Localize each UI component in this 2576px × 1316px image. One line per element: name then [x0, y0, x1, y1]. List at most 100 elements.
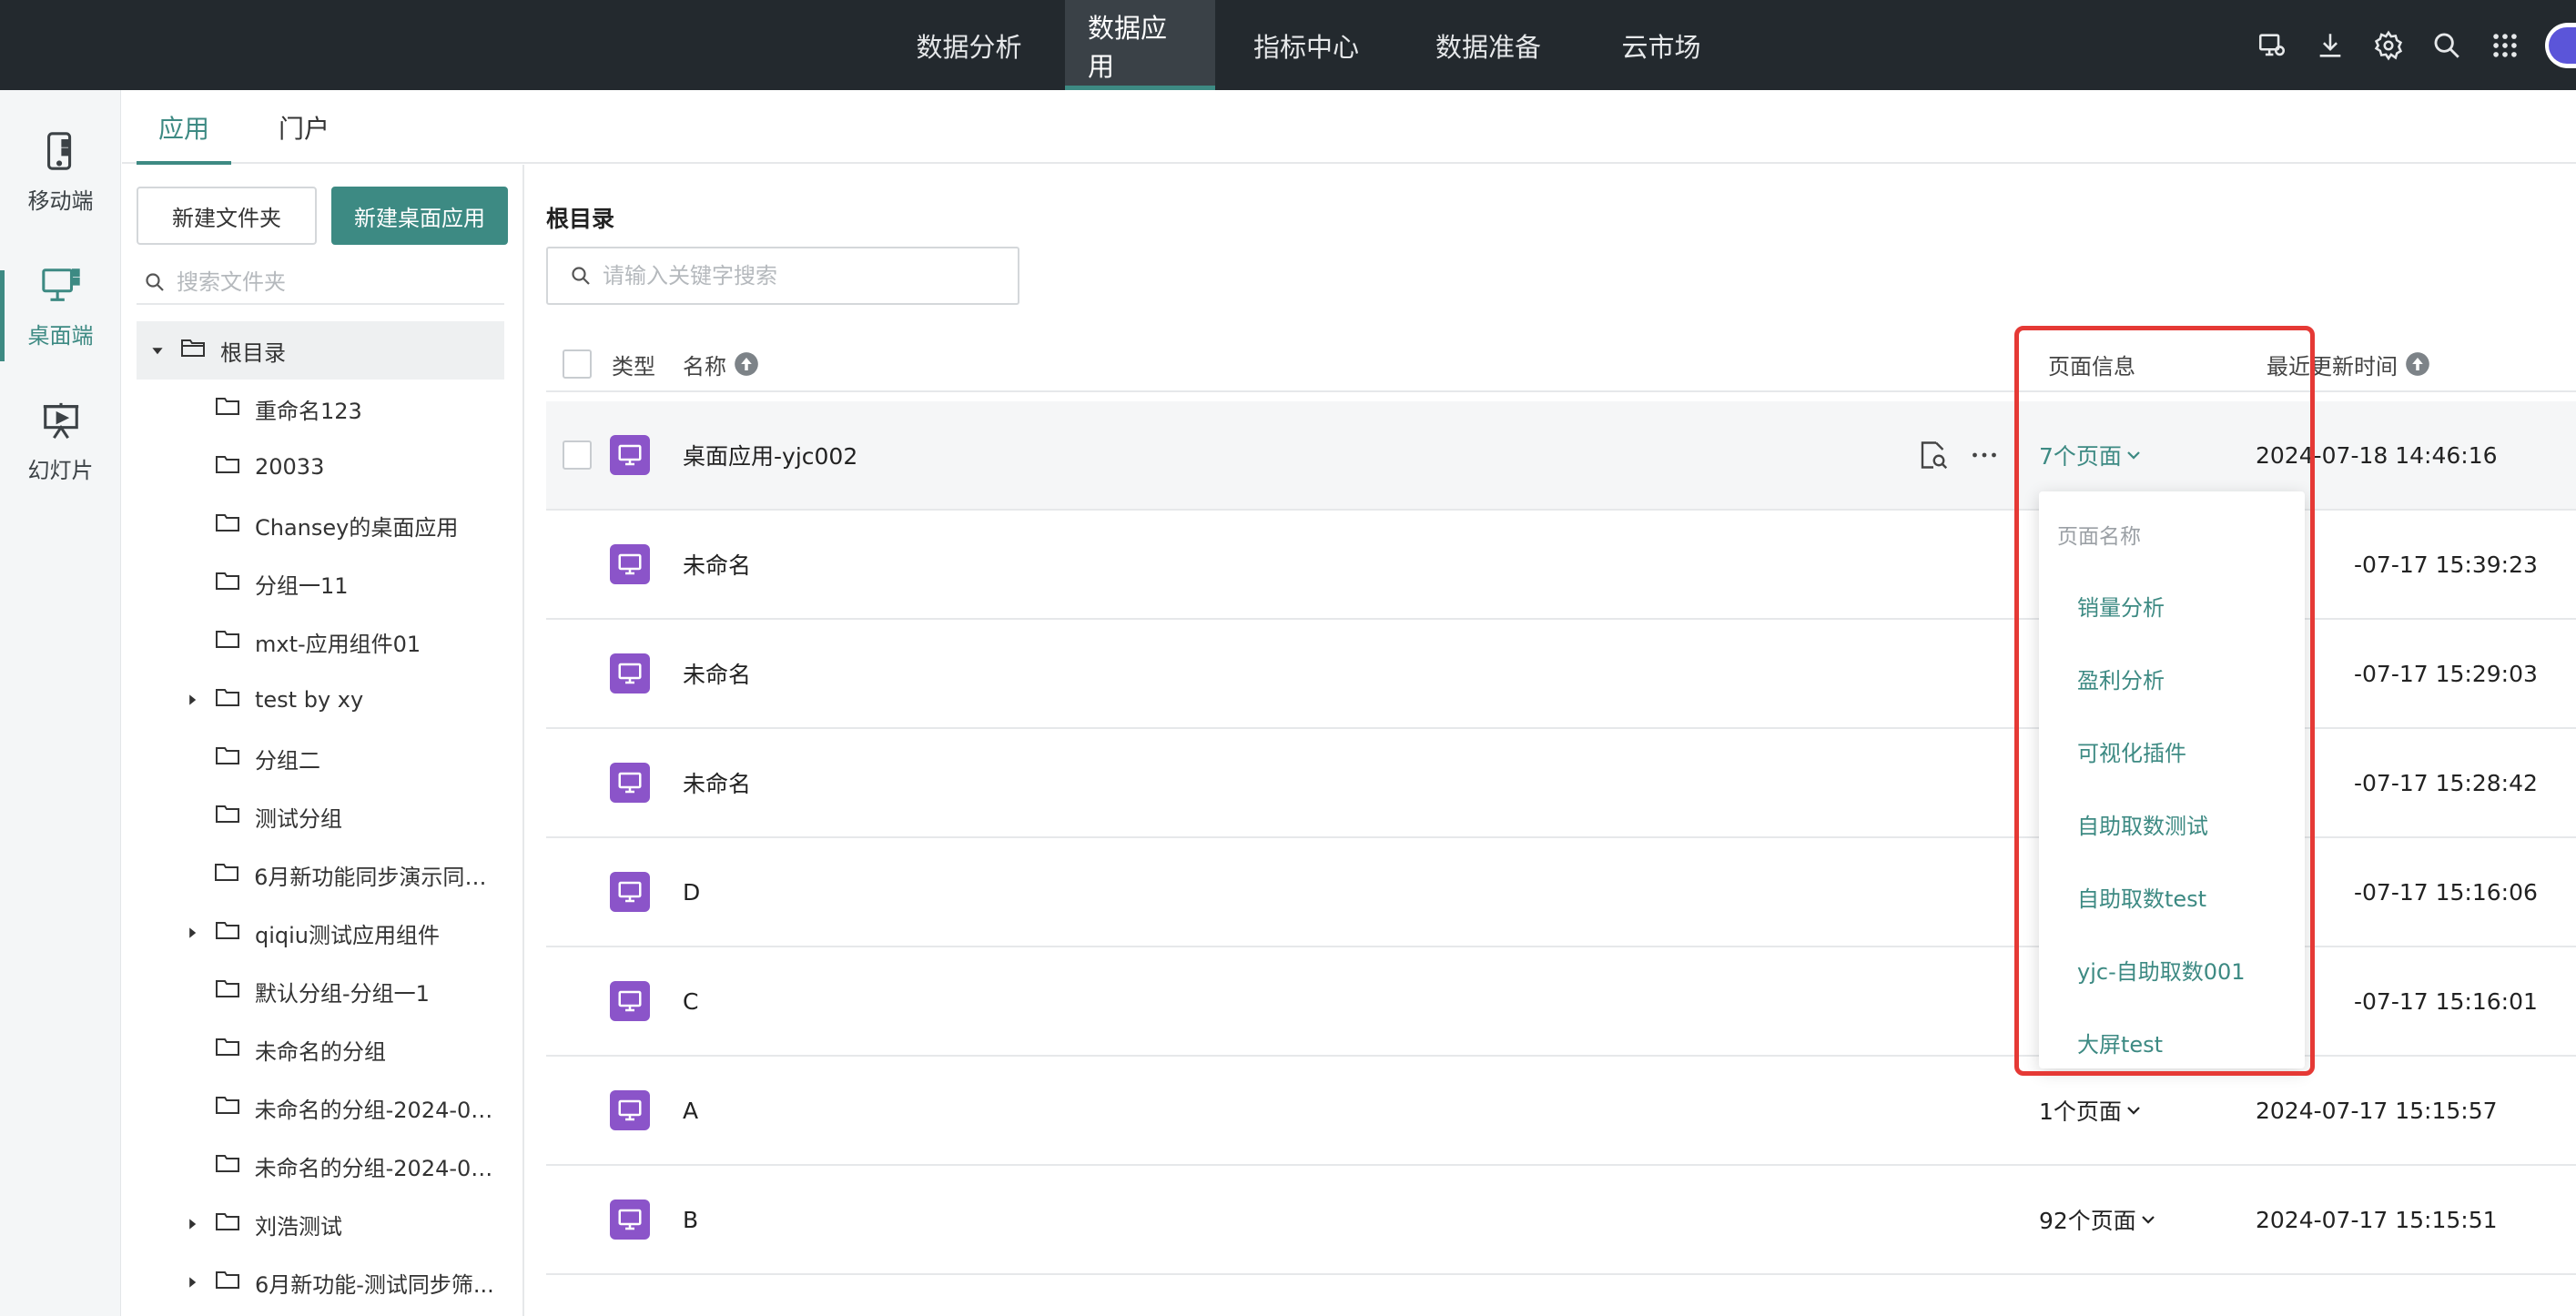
row-checkbox[interactable]: [563, 440, 592, 470]
app-name[interactable]: 未命名: [683, 620, 751, 727]
app-name[interactable]: C: [683, 947, 698, 1055]
app-name[interactable]: A: [683, 1057, 698, 1164]
table-header: 类型 名称 页面信息 最近更新时间: [546, 338, 2576, 392]
nav-data-preparation[interactable]: 数据准备: [1397, 0, 1579, 90]
settings-icon[interactable]: [2359, 16, 2418, 75]
tree-item[interactable]: 6月新功能-测试同步筛...: [137, 1253, 504, 1311]
tree-item[interactable]: 分组一11: [137, 554, 504, 612]
search-icon[interactable]: [2418, 16, 2476, 75]
rail-item-mobile[interactable]: 移动端: [0, 117, 121, 227]
tab-app[interactable]: 应用: [137, 90, 231, 166]
rail-item-label: 桌面端: [27, 322, 94, 349]
dropdown-item[interactable]: 可视化插件: [2077, 735, 2186, 767]
caret-right-icon[interactable]: [184, 692, 200, 708]
sort-icon[interactable]: [734, 351, 759, 377]
dropdown-item[interactable]: yjc-自助取数001: [2077, 954, 2246, 986]
app-name[interactable]: 未命名: [683, 729, 751, 836]
tree-item-label: qiqiu测试应用组件: [255, 922, 441, 948]
folder-icon: [200, 1152, 240, 1179]
dropdown-item[interactable]: 大屏test: [2077, 1027, 2163, 1058]
tree-item-label: 刘浩测试: [255, 1213, 342, 1240]
download-icon[interactable]: [2301, 16, 2359, 75]
tree-item-label: test by xy: [255, 687, 364, 713]
tree-item-label: 未命名的分组-2024-06...: [254, 1097, 504, 1123]
tree-item[interactable]: 默认分组-分组一1: [137, 962, 504, 1020]
tree-item-label: Chansey的桌面应用: [255, 514, 459, 541]
tree-item[interactable]: 分组二: [137, 729, 504, 787]
rail-item-slides[interactable]: 幻灯片: [0, 387, 121, 496]
chevron-down-icon: [2136, 1207, 2156, 1233]
tree-item[interactable]: 未命名的分组-2024-06...: [137, 1078, 504, 1137]
new-desktop-app-button[interactable]: 新建桌面应用: [331, 187, 508, 245]
column-name-header[interactable]: 名称: [683, 338, 759, 390]
table-row[interactable]: A 1个页面 2024-07-17 15:15:57: [546, 1057, 2576, 1166]
desktop-icon: [41, 268, 80, 301]
dropdown-item[interactable]: 销量分析: [2077, 590, 2165, 622]
preview-icon[interactable]: [1917, 401, 1950, 509]
updated-time: -07-17 15:29:03: [2354, 660, 2538, 687]
sort-icon[interactable]: [2405, 351, 2430, 377]
folder-icon: [200, 1269, 240, 1296]
updated-time: -07-17 15:39:23: [2354, 551, 2538, 578]
monitor-settings-icon[interactable]: [2243, 16, 2301, 75]
folder-search: [137, 261, 504, 305]
caret-right-icon[interactable]: [184, 1274, 200, 1291]
rail-item-desktop[interactable]: 桌面端: [0, 252, 121, 361]
nav-data-application[interactable]: 数据应用: [1065, 0, 1215, 90]
dropdown-item[interactable]: 自助取数test: [2077, 881, 2206, 913]
tree-root[interactable]: 根目录: [137, 321, 504, 380]
folder-icon: [200, 395, 240, 422]
tree-item[interactable]: 测试分组: [137, 787, 504, 845]
column-page-info: 页面信息: [2048, 353, 2135, 380]
dropdown-header: 页面名称: [2057, 525, 2141, 549]
more-icon[interactable]: [1968, 401, 2001, 509]
table-row[interactable]: B 92个页面 2024-07-17 15:15:51: [546, 1166, 2576, 1275]
nav-metrics-center[interactable]: 指标中心: [1215, 0, 1397, 90]
folder-icon: [200, 1036, 240, 1063]
top-navigation-bar: 数据分析 数据应用 指标中心 数据准备 云市场: [0, 0, 2576, 90]
tree-item[interactable]: 刘浩测试: [137, 1195, 504, 1253]
search-icon: [572, 267, 590, 285]
tree-item[interactable]: 6月新功能同步演示同步...: [137, 845, 504, 904]
app-name[interactable]: 桌面应用-yjc002: [683, 401, 857, 509]
tab-portal[interactable]: 门户: [268, 90, 340, 164]
dropdown-item[interactable]: 自助取数测试: [2077, 808, 2208, 840]
caret-right-icon: [184, 633, 200, 650]
nav-data-analysis[interactable]: 数据分析: [877, 0, 1060, 90]
folder-search-input[interactable]: [177, 269, 486, 295]
tree-item-label: 未命名的分组-2024-06...: [254, 1155, 504, 1181]
nav-cloud-market[interactable]: 云市场: [1579, 0, 1743, 90]
search-input[interactable]: [603, 263, 1003, 289]
page-count-link[interactable]: 1个页面: [2039, 1057, 2142, 1164]
tree-item-label: 20033: [255, 454, 325, 480]
new-folder-button[interactable]: 新建文件夹: [137, 187, 317, 245]
caret-right-icon[interactable]: [184, 1216, 200, 1232]
avatar[interactable]: [2545, 22, 2576, 68]
tree-item[interactable]: 重命名123: [137, 380, 504, 438]
column-updated-header[interactable]: 最近更新时间: [2267, 338, 2430, 390]
apps-grid-icon[interactable]: [2476, 16, 2534, 75]
page-count-link[interactable]: 92个页面: [2039, 1166, 2156, 1273]
caret-down-icon[interactable]: [149, 342, 166, 359]
desktop-app-icon: [610, 872, 650, 912]
app-name[interactable]: D: [683, 838, 700, 946]
tree-item[interactable]: 20033: [137, 438, 504, 496]
tree-item[interactable]: 未命名的分组: [137, 1020, 504, 1078]
dropdown-item[interactable]: 盈利分析: [2077, 663, 2165, 694]
tree-item[interactable]: mxt-应用组件01: [137, 612, 504, 671]
tree-item[interactable]: Chansey的桌面应用: [137, 496, 504, 554]
app-name[interactable]: B: [683, 1166, 698, 1273]
caret-right-icon: [184, 1099, 200, 1116]
folder-icon: [200, 744, 240, 772]
desktop-app-icon: [610, 1090, 650, 1130]
select-all-checkbox[interactable]: [563, 349, 592, 379]
tree-item[interactable]: 未命名的分组-2024-06...: [137, 1137, 504, 1195]
tree-item-label: mxt-应用组件01: [255, 631, 421, 657]
folder-icon: [200, 1210, 240, 1238]
tree-item-label: 分组二: [255, 747, 320, 774]
breadcrumb: 根目录: [546, 206, 615, 232]
caret-right-icon[interactable]: [184, 925, 200, 941]
app-name[interactable]: 未命名: [683, 511, 751, 618]
tree-item[interactable]: qiqiu测试应用组件: [137, 904, 504, 962]
tree-item[interactable]: test by xy: [137, 671, 504, 729]
